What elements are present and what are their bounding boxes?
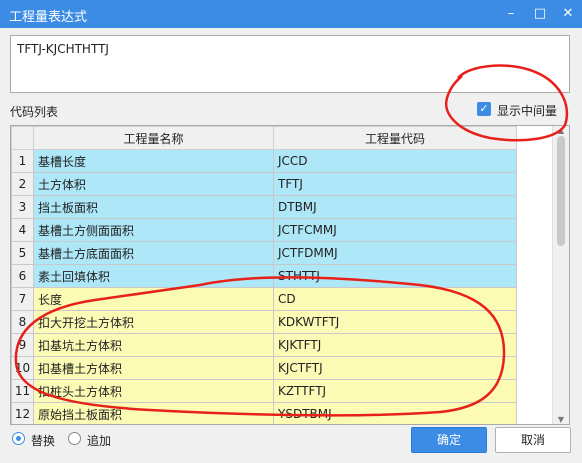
scrollbar-thumb[interactable] [557,136,565,246]
quantity-code-cell[interactable]: KJCTFTJ [273,356,517,380]
table-row[interactable]: 1 基槽长度 JCCD [11,149,517,173]
quantity-name-cell[interactable]: 原始挡土板面积 [33,402,274,424]
quantity-name-cell[interactable]: 基槽土方侧面面积 [33,218,274,242]
table-row[interactable]: 5 基槽土方底面面积 JCTFDMMJ [11,241,517,265]
scroll-down-icon[interactable]: ▼ [553,415,569,424]
quantity-name-cell[interactable]: 素土回填体积 [33,264,274,288]
table-row[interactable]: 9 扣基坑土方体积 KJKTFTJ [11,333,517,357]
checkmark-icon: ✓ [477,102,491,116]
table-row[interactable]: 10 扣基槽土方体积 KJCTFTJ [11,356,517,380]
quantity-name-cell[interactable]: 土方体积 [33,172,274,196]
row-number[interactable]: 7 [11,287,34,311]
table-row[interactable]: 7 长度 CD [11,287,517,311]
row-number[interactable]: 8 [11,310,34,334]
quantity-code-cell[interactable]: KZTTFTJ [273,379,517,403]
quantity-name-cell[interactable]: 扣桩头土方体积 [33,379,274,403]
table-row[interactable]: 3 挡土板面积 DTBMJ [11,195,517,219]
table-row[interactable]: 4 基槽土方侧面面积 JCTFCMMJ [11,218,517,242]
row-number[interactable]: 1 [11,149,34,173]
quantity-name-cell[interactable]: 长度 [33,287,274,311]
append-label: 追加 [87,434,112,448]
replace-radio[interactable] [12,432,25,445]
quantity-code-cell[interactable]: JCTFDMMJ [273,241,517,265]
quantity-name-cell[interactable]: 挡土板面积 [33,195,274,219]
quantity-code-cell[interactable]: DTBMJ [273,195,517,219]
row-number[interactable]: 6 [11,264,34,288]
row-number[interactable]: 9 [11,333,34,357]
quantity-code-cell[interactable]: JCCD [273,149,517,173]
quantity-name-cell[interactable]: 基槽长度 [33,149,274,173]
minimize-button[interactable]: – [497,0,525,28]
column-header-name[interactable]: 工程量名称 [33,126,274,150]
maximize-button[interactable]: □ [526,0,554,28]
show-intermediate-label: 显示中间量 [497,104,558,118]
column-header-code[interactable]: 工程量代码 [273,126,517,150]
row-number[interactable]: 4 [11,218,34,242]
close-button[interactable]: ✕ [554,0,582,28]
quantity-name-cell[interactable]: 扣基坑土方体积 [33,333,274,357]
table-row[interactable]: 2 土方体积 TFTJ [11,172,517,196]
ok-button[interactable]: 确定 [411,427,487,453]
expression-input[interactable]: TFTJ-KJCHTHTTJ [10,35,570,93]
code-list-label: 代码列表 [10,105,59,119]
row-number[interactable]: 10 [11,356,34,380]
corner-header [11,126,34,150]
vertical-scrollbar[interactable]: ▲ ▼ [552,126,569,424]
row-number[interactable]: 5 [11,241,34,265]
table-row[interactable]: 8 扣大开挖土方体积 KDKWTFTJ [11,310,517,334]
table-row[interactable]: 12 原始挡土板面积 YSDTBMJ [11,402,517,424]
row-number[interactable]: 12 [11,402,34,424]
quantity-name-cell[interactable]: 基槽土方底面面积 [33,241,274,265]
quantity-name-cell[interactable]: 扣基槽土方体积 [33,356,274,380]
replace-label: 替换 [31,434,56,448]
row-number[interactable]: 2 [11,172,34,196]
row-number[interactable]: 11 [11,379,34,403]
cancel-button[interactable]: 取消 [495,427,571,453]
quantity-code-cell[interactable]: JCTFCMMJ [273,218,517,242]
title-bar: 工程量表达式 – □ ✕ [0,0,582,28]
window-title: 工程量表达式 [9,10,88,25]
quantity-code-cell[interactable]: CD [273,287,517,311]
table-header: 工程量名称 工程量代码 [11,126,517,150]
append-radio[interactable] [68,432,81,445]
row-number[interactable]: 3 [11,195,34,219]
quantity-code-cell[interactable]: KJKTFTJ [273,333,517,357]
quantity-code-cell[interactable]: TFTJ [273,172,517,196]
quantity-code-cell[interactable]: YSDTBMJ [273,402,517,424]
quantity-name-cell[interactable]: 扣大开挖土方体积 [33,310,274,334]
table-row[interactable]: 11 扣桩头土方体积 KZTTFTJ [11,379,517,403]
code-table: 工程量名称 工程量代码 1 基槽长度 JCCD 2 土方体积 TFTJ 3 挡土板面积 DTBM… [10,125,570,425]
quantity-code-cell[interactable]: STHTTJ [273,264,517,288]
quantity-code-cell[interactable]: KDKWTFTJ [273,310,517,334]
scroll-up-icon[interactable]: ▲ [553,126,569,135]
table-row[interactable]: 6 素土回填体积 STHTTJ [11,264,517,288]
